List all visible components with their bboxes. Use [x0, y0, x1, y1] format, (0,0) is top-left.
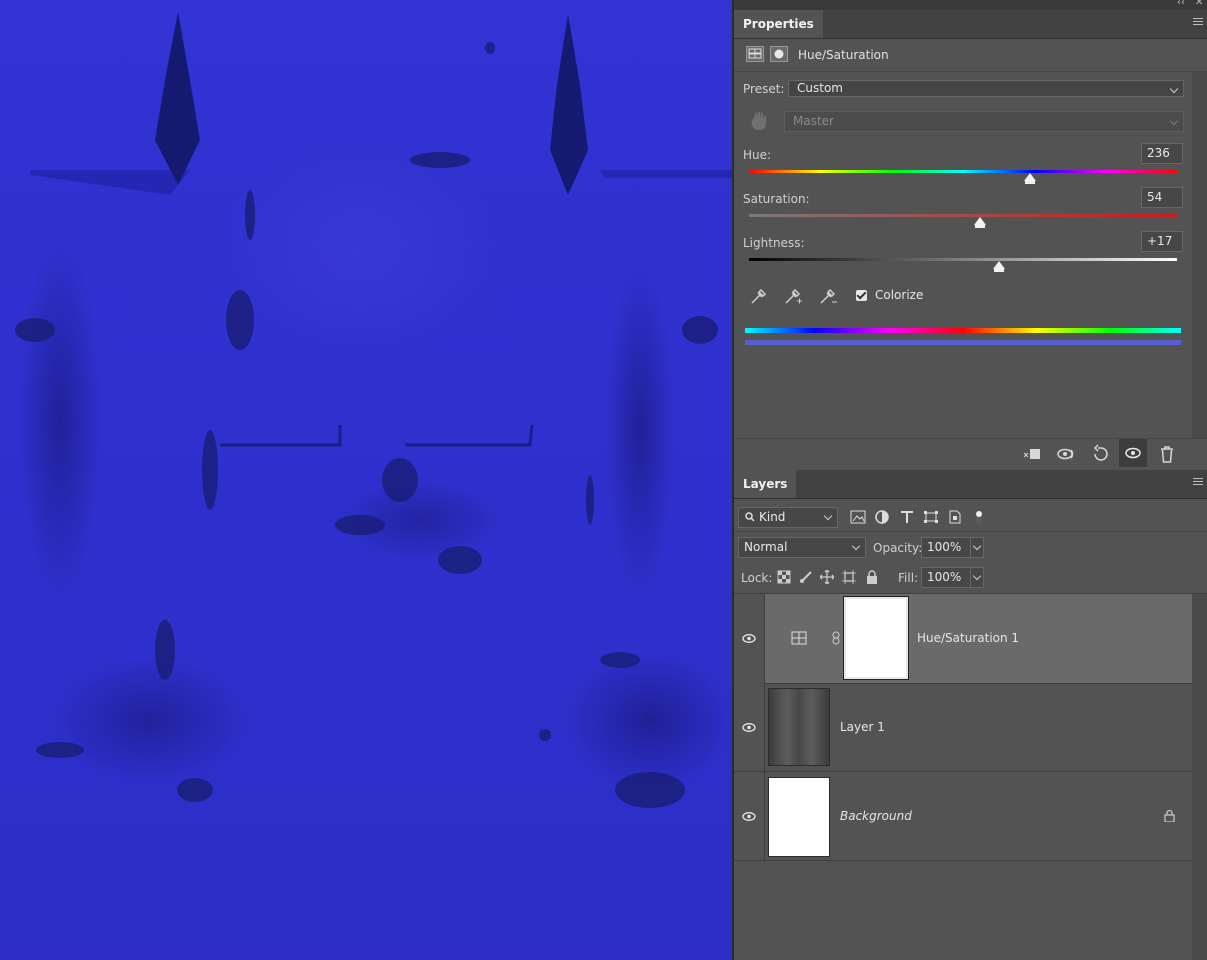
colorize-label[interactable]: Colorize — [875, 288, 923, 302]
preset-label: Preset: — [743, 82, 785, 96]
input-spectrum-bar — [745, 328, 1181, 333]
filter-adjustment-icon[interactable] — [874, 510, 890, 524]
preset-select[interactable]: Custom — [788, 80, 1184, 97]
lock-artboard-icon[interactable] — [842, 570, 856, 584]
trash-icon[interactable] — [1156, 444, 1178, 464]
saturation-label: Saturation: — [743, 192, 810, 206]
fill-input[interactable]: 100% — [921, 567, 971, 588]
properties-header: Hue/Saturation — [734, 39, 1207, 72]
filter-smart-object-icon[interactable] — [947, 510, 963, 524]
opacity-label: Opacity: — [873, 541, 923, 555]
saturation-slider-thumb[interactable] — [974, 217, 987, 228]
eyedropper-add-icon[interactable] — [783, 286, 803, 306]
canvas-artwork — [15, 12, 732, 808]
eye-icon — [742, 723, 756, 732]
opacity-dropdown-button[interactable] — [970, 537, 984, 558]
filter-type-icon[interactable] — [899, 510, 915, 524]
layer-thumbnail[interactable] — [768, 688, 830, 766]
layer-thumbnail[interactable] — [768, 777, 830, 857]
targeted-adjustment-hand-icon[interactable] — [748, 110, 770, 135]
tab-properties[interactable]: Properties — [734, 10, 823, 38]
eyedropper-subtract-icon[interactable] — [818, 286, 838, 306]
channel-select[interactable]: Master — [784, 111, 1184, 132]
collapse-panels-icon[interactable]: ‹‹ — [1177, 0, 1185, 8]
hue-slider[interactable] — [749, 170, 1177, 173]
lock-position-icon[interactable] — [819, 569, 835, 585]
clip-to-layer-icon[interactable] — [1021, 444, 1043, 464]
hue-saturation-layer-icon — [791, 631, 807, 648]
visibility-toggle[interactable] — [734, 594, 765, 683]
lock-icon — [1164, 809, 1175, 825]
dock-top-strip: ‹‹ ✕ — [734, 0, 1207, 10]
fill-dropdown-button[interactable] — [970, 567, 984, 588]
layer-row-hue-saturation[interactable]: Hue/Saturation 1 — [734, 594, 1192, 684]
layer-row-layer-1[interactable]: Layer 1 — [734, 683, 1192, 772]
panel-menu-icon[interactable] — [1193, 18, 1203, 28]
properties-scrollbar[interactable] — [1192, 72, 1207, 438]
layer-name[interactable]: Background — [840, 809, 912, 823]
blend-mode-value: Normal — [744, 540, 788, 554]
reset-icon[interactable] — [1090, 444, 1112, 464]
fill-label: Fill: — [898, 571, 919, 585]
saturation-input[interactable]: 54 — [1141, 187, 1183, 208]
layers-scrollbar[interactable] — [1192, 594, 1207, 960]
layer-name[interactable]: Hue/Saturation 1 — [917, 631, 1019, 645]
channel-value: Master — [793, 114, 834, 128]
colorize-checkbox[interactable] — [856, 290, 867, 301]
lock-all-icon[interactable] — [865, 570, 879, 584]
lock-transparent-pixels-icon[interactable] — [777, 570, 791, 584]
saturation-slider[interactable] — [749, 214, 1177, 217]
blend-row: Normal Opacity: 100% — [734, 533, 1207, 563]
adjustment-title: Hue/Saturation — [798, 48, 889, 62]
opacity-input[interactable]: 100% — [921, 537, 971, 558]
filter-kind-select[interactable]: Kind — [738, 507, 838, 528]
blend-mode-select[interactable]: Normal — [738, 537, 866, 558]
chain-link-icon[interactable] — [832, 631, 840, 648]
toggle-visibility-icon[interactable] — [1119, 439, 1147, 467]
eyedropper-icon[interactable] — [749, 286, 769, 306]
filter-kind-value: Kind — [759, 510, 786, 524]
visibility-toggle[interactable] — [734, 772, 765, 860]
output-spectrum-bar — [745, 340, 1181, 345]
hue-slider-thumb[interactable] — [1023, 173, 1036, 184]
preset-value: Custom — [797, 81, 843, 95]
layer-row-background[interactable]: Background — [734, 772, 1192, 861]
lock-label: Lock: — [741, 571, 773, 585]
view-previous-state-icon[interactable] — [1056, 444, 1078, 464]
hue-input[interactable]: 236 — [1141, 143, 1183, 164]
lock-image-pixels-icon[interactable] — [799, 570, 813, 584]
properties-footer — [734, 438, 1207, 469]
layer-mask-thumbnail[interactable] — [843, 596, 909, 680]
hue-label: Hue: — [743, 148, 772, 162]
layers-menu-icon[interactable] — [1193, 478, 1203, 488]
layer-name[interactable]: Layer 1 — [840, 720, 885, 734]
document-canvas[interactable] — [0, 0, 732, 960]
tab-layers[interactable]: Layers — [734, 470, 797, 498]
layer-filter-row: Kind — [734, 503, 1207, 532]
lightness-slider-thumb[interactable] — [993, 261, 1006, 272]
filter-toggle-icon[interactable] — [974, 510, 990, 525]
search-icon — [744, 508, 756, 533]
adjustment-icon[interactable] — [746, 46, 764, 62]
lightness-slider[interactable] — [749, 258, 1177, 261]
right-panel-dock: ‹‹ ✕ Properties Hue/Saturation Preset: C… — [734, 0, 1207, 960]
filter-pixel-icon[interactable] — [850, 510, 866, 524]
visibility-toggle[interactable] — [734, 683, 765, 771]
filter-shape-icon[interactable] — [923, 510, 939, 524]
lightness-input[interactable]: +17 — [1141, 231, 1183, 252]
eye-icon — [742, 812, 756, 821]
mask-icon[interactable] — [770, 46, 788, 62]
close-panel-icon[interactable]: ✕ — [1195, 0, 1203, 8]
properties-tabbar: Properties — [734, 10, 1207, 39]
layers-tabbar: Layers — [734, 470, 1207, 499]
lock-row: Lock: Fill: 100% — [734, 563, 1207, 594]
lightness-label: Lightness: — [743, 236, 805, 250]
eye-icon — [742, 634, 756, 643]
